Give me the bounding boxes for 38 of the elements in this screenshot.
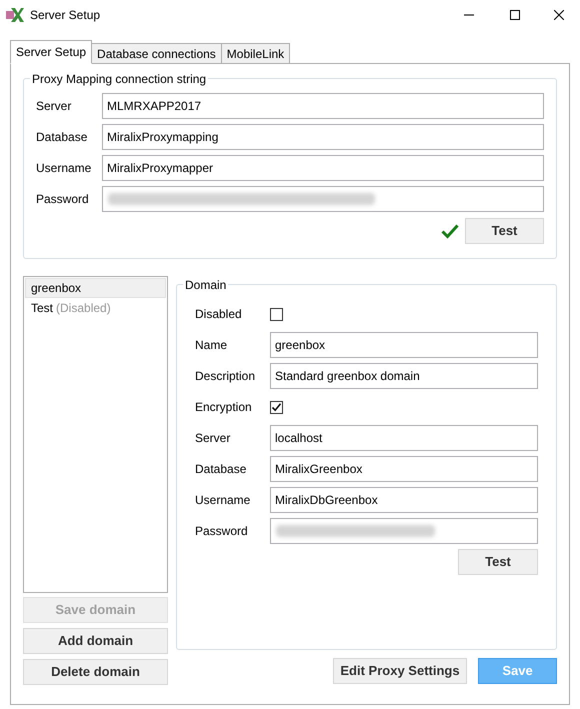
field-label: Server bbox=[36, 98, 72, 115]
tab[interactable]: Database connections bbox=[91, 43, 222, 64]
input-field[interactable]: greenbox bbox=[270, 332, 538, 358]
input-field[interactable]: MLMRXAPP2017 bbox=[102, 93, 544, 119]
field-label: Encryption bbox=[195, 399, 253, 416]
field-label: Username bbox=[195, 492, 252, 509]
field-label: Description bbox=[195, 368, 256, 385]
input-field[interactable]: MiralixGreenbox bbox=[270, 456, 538, 482]
window-title: Server Setup bbox=[30, 7, 100, 24]
close-icon[interactable] bbox=[554, 10, 564, 20]
password-field[interactable] bbox=[270, 518, 538, 544]
field-label: Database bbox=[36, 129, 88, 146]
checkbox[interactable] bbox=[270, 400, 283, 414]
button[interactable]: Test bbox=[465, 218, 544, 244]
checkbox[interactable] bbox=[270, 308, 283, 320]
field-label: Username bbox=[36, 160, 92, 177]
input-field[interactable]: Standard greenbox domain bbox=[270, 363, 538, 389]
field-label: Password bbox=[195, 523, 249, 540]
button[interactable]: Test bbox=[458, 549, 538, 575]
button[interactable]: Edit Proxy Settings bbox=[333, 658, 467, 684]
field-label: Name bbox=[195, 337, 228, 354]
field-label: Password bbox=[36, 191, 90, 208]
tab[interactable]: Server Setup bbox=[10, 40, 92, 64]
input-field[interactable]: MiralixProxymapper bbox=[102, 155, 544, 181]
app-logo-icon bbox=[6, 6, 24, 24]
domain-list-item[interactable]: Test (Disabled) bbox=[25, 298, 166, 318]
input-field[interactable]: MiralixProxymapping bbox=[102, 124, 544, 150]
field-label: Server bbox=[195, 430, 232, 447]
button[interactable]: Add domain bbox=[23, 628, 168, 654]
input-field[interactable]: localhost bbox=[270, 425, 538, 451]
button[interactable]: Delete domain bbox=[23, 659, 168, 685]
domain-list-item[interactable]: greenbox bbox=[25, 278, 166, 298]
field-label: Disabled bbox=[195, 306, 243, 323]
password-field[interactable] bbox=[102, 186, 544, 212]
tab[interactable]: MobileLink bbox=[220, 43, 290, 64]
input-field[interactable]: MiralixDbGreenbox bbox=[270, 487, 538, 513]
field-label: Database bbox=[195, 461, 248, 478]
maximize-icon[interactable] bbox=[510, 10, 520, 20]
